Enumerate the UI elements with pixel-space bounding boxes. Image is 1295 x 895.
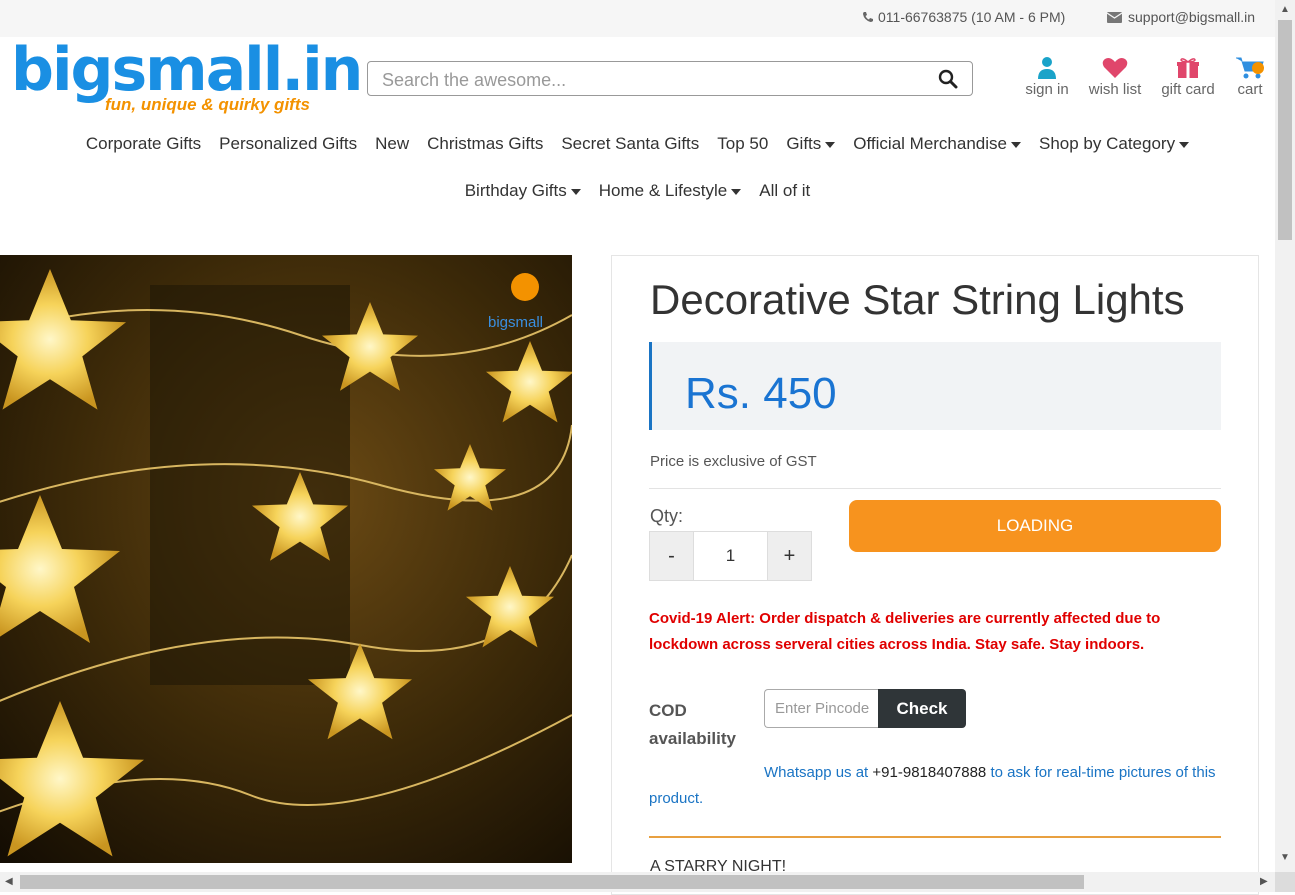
phone-contact[interactable]: 011-66763875 (10 AM - 6 PM) <box>862 9 1065 25</box>
caret-down-icon <box>1179 141 1190 148</box>
main-nav-row1: Corporate Gifts Personalized Gifts New Chri… <box>0 134 1275 154</box>
qty-increment-button[interactable]: + <box>768 532 811 580</box>
horizontal-scrollbar[interactable]: ◀ ▶ <box>0 872 1275 892</box>
nav-birthday-gifts-label: Birthday Gifts <box>464 181 567 200</box>
watermark-text: bigsmall <box>488 314 543 331</box>
user-links: sign in wish list gift card cart <box>1020 54 1275 104</box>
nav-official-merchandise[interactable]: Official Merchandise <box>853 134 1021 154</box>
nav-personalized-gifts[interactable]: Personalized Gifts <box>219 134 357 154</box>
whatsapp-note: Whatsapp us at +91-9818407888 to ask for… <box>649 760 1229 812</box>
caret-down-icon <box>731 188 742 195</box>
nav-top-50[interactable]: Top 50 <box>717 134 768 154</box>
star-lights-photo: bigsmall <box>0 255 572 863</box>
logo-tagline: fun, unique & quirky gifts <box>105 95 310 114</box>
nav-christmas-gifts[interactable]: Christmas Gifts <box>427 134 543 154</box>
wishlist-label: wish list <box>1088 81 1142 98</box>
quantity-stepper: - 1 + <box>649 531 812 581</box>
gift-icon <box>1158 54 1218 81</box>
nav-home-lifestyle-label: Home & Lifestyle <box>598 181 728 200</box>
search-icon[interactable] <box>938 69 958 94</box>
nav-birthday-gifts[interactable]: Birthday Gifts <box>465 181 581 201</box>
top-bar: 011-66763875 (10 AM - 6 PM) support@bigs… <box>0 0 1275 37</box>
caret-down-icon <box>1010 141 1021 148</box>
section-heading: A STARRY NIGHT! <box>650 858 787 872</box>
site-logo[interactable]: bigsmall.in fun, unique & quirky gifts <box>11 35 363 118</box>
heart-icon <box>1086 54 1144 81</box>
horizontal-scroll-thumb[interactable] <box>20 875 1084 889</box>
nav-shop-by-category-label: Shop by Category <box>1038 134 1176 153</box>
email-contact[interactable]: support@bigsmall.in <box>1107 9 1255 25</box>
nav-gifts[interactable]: Gifts <box>786 134 836 154</box>
giftcard-label: gift card <box>1161 81 1215 98</box>
pincode-field <box>764 689 878 728</box>
nav-all-of-it[interactable]: All of it <box>759 181 810 201</box>
qty-value[interactable]: 1 <box>693 532 768 580</box>
whatsapp-number[interactable]: +91-9818407888 <box>872 764 986 781</box>
nav-gifts-label: Gifts <box>786 134 822 153</box>
caret-down-icon <box>825 141 836 148</box>
caret-down-icon <box>570 188 581 195</box>
check-button[interactable]: Check <box>878 689 966 728</box>
divider <box>649 488 1221 489</box>
logo-wordmark: bigsmall.in <box>11 35 363 105</box>
product-title: Decorative Star String Lights <box>650 276 1185 323</box>
vertical-scroll-thumb[interactable] <box>1278 20 1292 240</box>
nav-official-merchandise-label: Official Merchandise <box>853 134 1007 153</box>
giftcard-link[interactable]: gift card <box>1158 54 1218 98</box>
cod-label: COD availability <box>649 701 736 748</box>
scroll-up-icon[interactable]: ▲ <box>1280 4 1290 15</box>
nav-new[interactable]: New <box>375 134 409 154</box>
cart-link[interactable]: cart <box>1230 54 1270 98</box>
nav-home-lifestyle[interactable]: Home & Lifestyle <box>599 181 742 201</box>
nav-shop-by-category[interactable]: Shop by Category <box>1038 134 1190 154</box>
product-price: Rs. 450 <box>685 369 837 418</box>
cart-icon <box>1230 54 1270 81</box>
search-input[interactable] <box>380 67 924 93</box>
envelope-icon <box>1107 11 1122 23</box>
gst-note: Price is exclusive of GST <box>650 453 817 470</box>
scroll-down-icon[interactable]: ▼ <box>1280 852 1290 863</box>
qty-decrement-button[interactable]: - <box>650 532 693 580</box>
user-icon <box>1022 54 1072 81</box>
main-nav-row2: Birthday Gifts Home & Lifestyle All of it <box>0 181 1275 201</box>
price-box: Rs. 450 <box>649 342 1221 430</box>
section-divider <box>649 836 1221 838</box>
qty-label: Qty: <box>650 506 684 526</box>
add-to-cart-button[interactable]: LOADING <box>849 500 1221 552</box>
pincode-input[interactable] <box>773 699 875 718</box>
phone-icon <box>863 12 873 22</box>
signin-label: sign in <box>1025 81 1069 98</box>
product-image[interactable]: bigsmall <box>0 255 572 863</box>
email-text: support@bigsmall.in <box>1128 9 1256 25</box>
search-bar <box>367 61 973 96</box>
signin-link[interactable]: sign in <box>1022 54 1072 98</box>
wishlist-link[interactable]: wish list <box>1086 54 1144 98</box>
whatsapp-prefix: Whatsapp us at <box>764 764 873 781</box>
nav-corporate-gifts[interactable]: Corporate Gifts <box>86 134 201 154</box>
phone-text: 011-66763875 (10 AM - 6 PM) <box>878 9 1066 25</box>
scrollbar-corner <box>1275 872 1295 892</box>
vertical-scrollbar[interactable]: ▲ ▼ <box>1275 0 1295 872</box>
nav-secret-santa-gifts[interactable]: Secret Santa Gifts <box>561 134 699 154</box>
cart-label: cart <box>1237 81 1263 98</box>
scroll-left-icon[interactable]: ◀ <box>5 876 13 887</box>
scroll-right-icon[interactable]: ▶ <box>1260 876 1268 887</box>
covid-alert: Covid-19 Alert: Order dispatch & deliver… <box>649 610 1161 653</box>
